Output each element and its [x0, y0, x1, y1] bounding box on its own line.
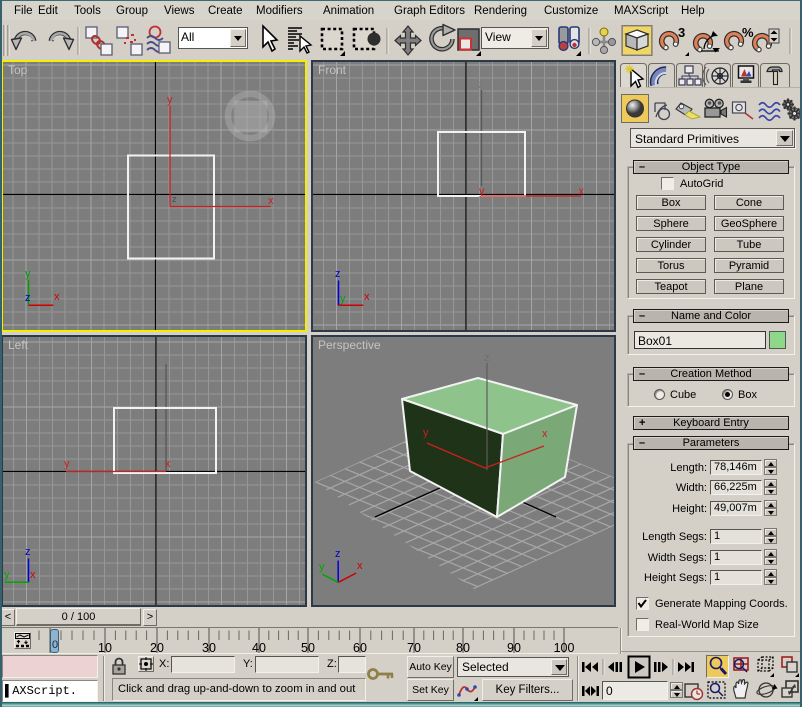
svg-text:50: 50: [301, 641, 315, 654]
svg-text:60: 60: [353, 641, 367, 654]
svg-text:z: z: [25, 292, 31, 304]
svg-text:40: 40: [252, 641, 266, 654]
svg-text:%: %: [742, 25, 754, 40]
svg-text:y: y: [4, 569, 10, 581]
svg-text:y: y: [167, 94, 173, 106]
svg-text:y: y: [319, 561, 325, 573]
svg-text:x: x: [364, 291, 370, 303]
svg-text:x: x: [54, 291, 60, 303]
svg-text:3: 3: [678, 25, 685, 40]
svg-text:80: 80: [456, 641, 470, 654]
svg-text:x: x: [268, 195, 274, 207]
svg-text:x: x: [165, 458, 171, 470]
svg-text:x: x: [30, 569, 36, 581]
svg-text:y: y: [423, 427, 429, 439]
svg-text:x: x: [357, 560, 363, 572]
svg-text:90: 90: [507, 641, 521, 654]
svg-text:z: z: [172, 194, 177, 204]
svg-text:z: z: [478, 79, 484, 91]
svg-text:30: 30: [202, 641, 216, 654]
svg-text:z: z: [335, 548, 341, 560]
svg-text:y: y: [479, 186, 485, 198]
svg-text:10: 10: [98, 641, 112, 654]
svg-text:70: 70: [407, 641, 421, 654]
svg-text:x: x: [542, 428, 548, 440]
svg-text:z: z: [335, 268, 341, 280]
svg-text:y: y: [25, 268, 31, 280]
svg-text:100: 100: [554, 641, 575, 654]
svg-text:y: y: [340, 293, 346, 305]
svg-text:z: z: [484, 352, 490, 364]
svg-text:z: z: [163, 354, 169, 366]
svg-text:y: y: [64, 458, 70, 470]
svg-text:x: x: [579, 186, 585, 198]
svg-text:20: 20: [150, 641, 164, 654]
svg-text:z: z: [25, 546, 31, 558]
